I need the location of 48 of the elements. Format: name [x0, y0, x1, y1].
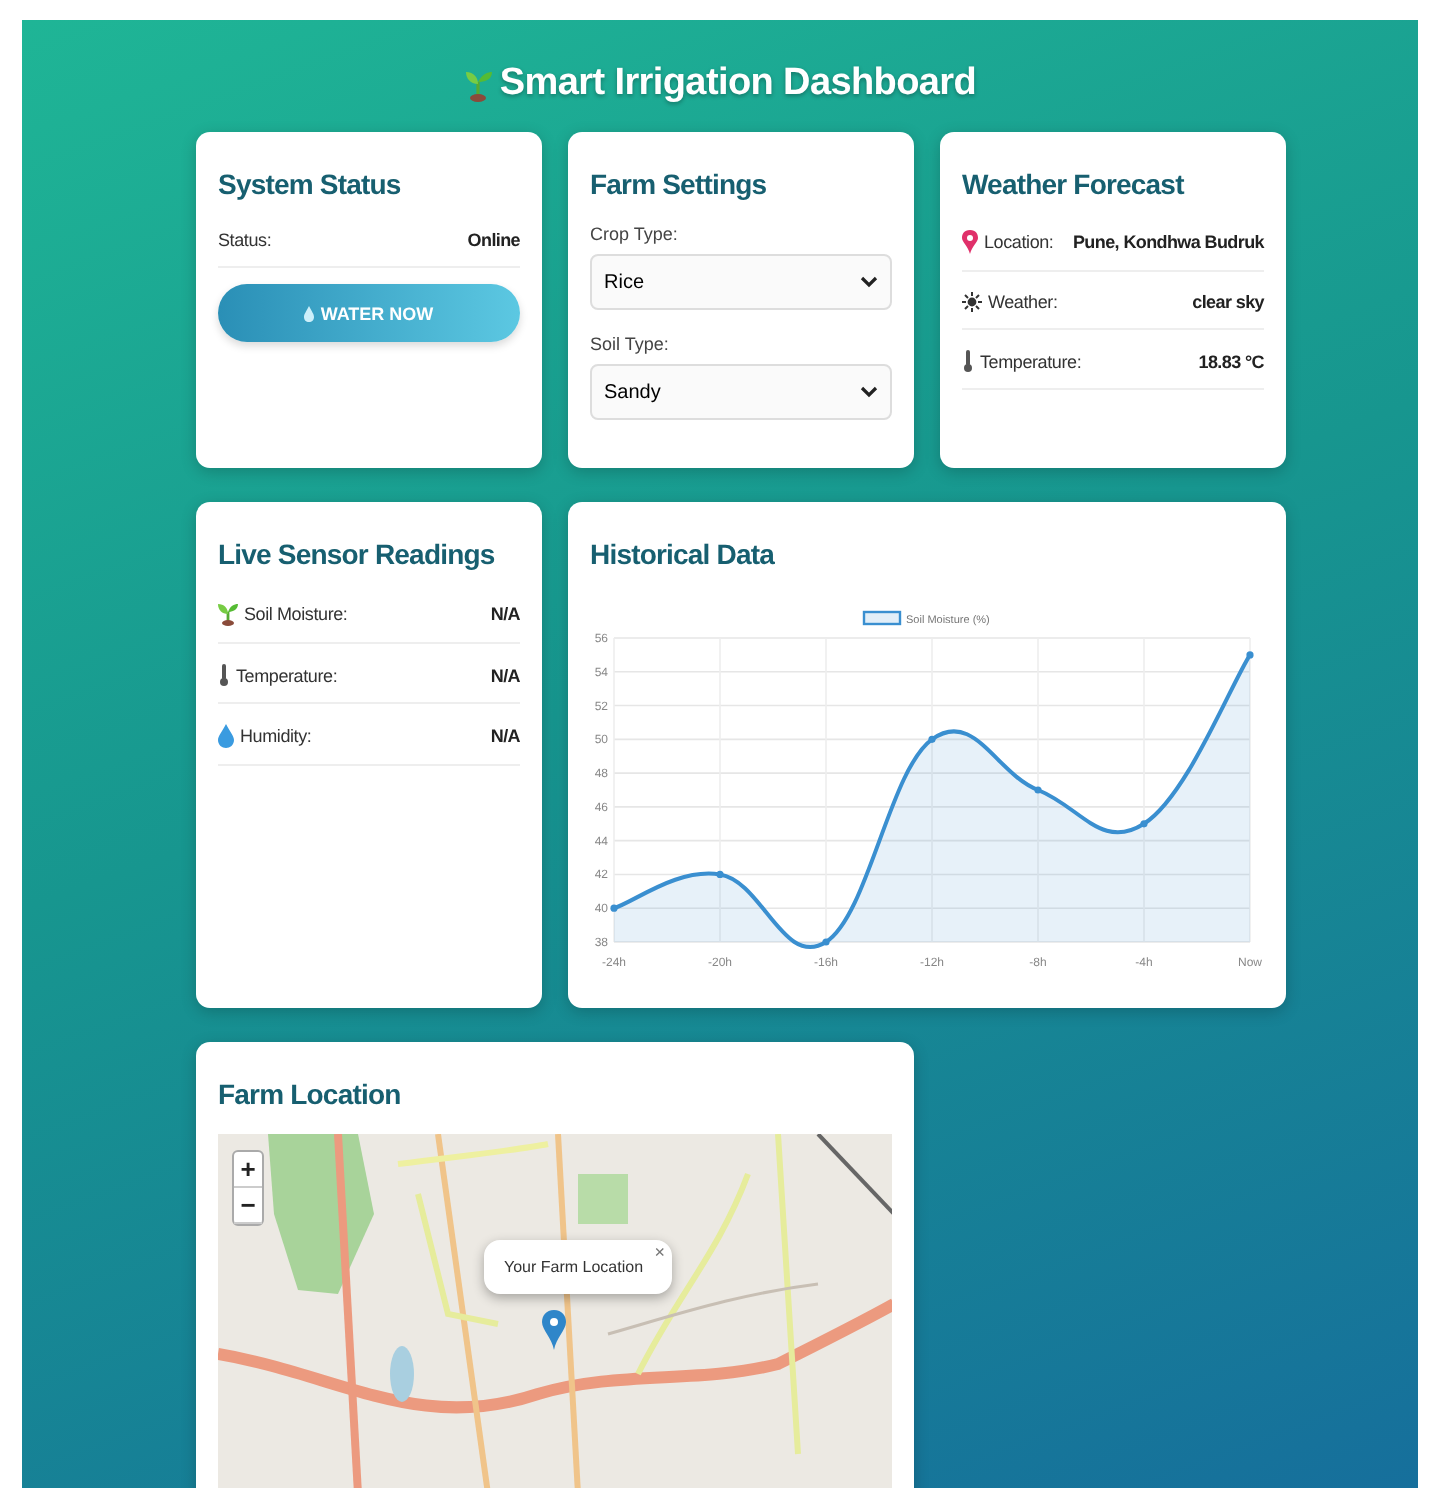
row-label: Temperature:: [980, 351, 1082, 371]
dropdown-select[interactable]: Sandy: [590, 364, 892, 420]
row-label: Status:: [218, 230, 272, 250]
row-value: N/A: [490, 603, 520, 623]
row-label: Temperature:: [236, 665, 338, 685]
card-title: Farm Location: [218, 1078, 403, 1110]
row-value: clear sky: [1192, 292, 1264, 312]
row-label: Location:: [984, 232, 1054, 252]
chevron-down-icon: [860, 386, 878, 398]
row-value: Online: [467, 230, 520, 250]
page-title: Smart Irrigation Dashboard: [499, 62, 977, 106]
thermometer-icon: [218, 664, 230, 686]
field-label: Crop Type:: [590, 224, 680, 244]
thermometer-icon: [962, 350, 974, 372]
pin-icon: [962, 230, 978, 254]
chevron-down-icon: [860, 276, 878, 288]
data-point: [610, 904, 618, 912]
card-title: Weather Forecast: [962, 168, 1187, 200]
row-value: N/A: [490, 665, 520, 685]
zoom-out-button[interactable]: −: [234, 1188, 262, 1224]
water-drop-icon: [218, 724, 234, 748]
card-title: Farm Settings: [590, 168, 769, 200]
close-button[interactable]: ×: [654, 1242, 666, 1262]
dropdown-select[interactable]: Rice: [590, 254, 892, 310]
sprout-icon: [463, 66, 492, 102]
map-pin-icon: [542, 1310, 566, 1350]
card-title: System Status: [218, 168, 403, 200]
sprout-icon: [218, 600, 238, 626]
water-drop-icon: [304, 305, 315, 321]
row-label: Soil Moisture:: [244, 603, 348, 623]
data-point: [1246, 651, 1254, 659]
row-value: 18.83 °C: [1198, 351, 1264, 371]
row-value: Pune, Kondhwa Budruk: [1072, 232, 1264, 252]
field-label: Soil Type:: [590, 334, 671, 354]
row-label: Humidity:: [240, 726, 312, 746]
legend-swatch: [862, 610, 902, 626]
data-point: [1140, 820, 1148, 828]
card-title: Live Sensor Readings: [218, 538, 497, 570]
popup-text: Your Farm Location: [504, 1258, 644, 1276]
row-label: Weather:: [988, 292, 1058, 312]
data-point: [928, 735, 936, 743]
row-value: N/A: [490, 726, 520, 746]
zoom-in-button[interactable]: +: [234, 1152, 262, 1188]
data-point: [1034, 786, 1042, 794]
sun-icon: [962, 292, 982, 312]
card-title: Historical Data: [590, 538, 777, 570]
data-point: [822, 938, 830, 946]
data-point: [716, 870, 724, 879]
